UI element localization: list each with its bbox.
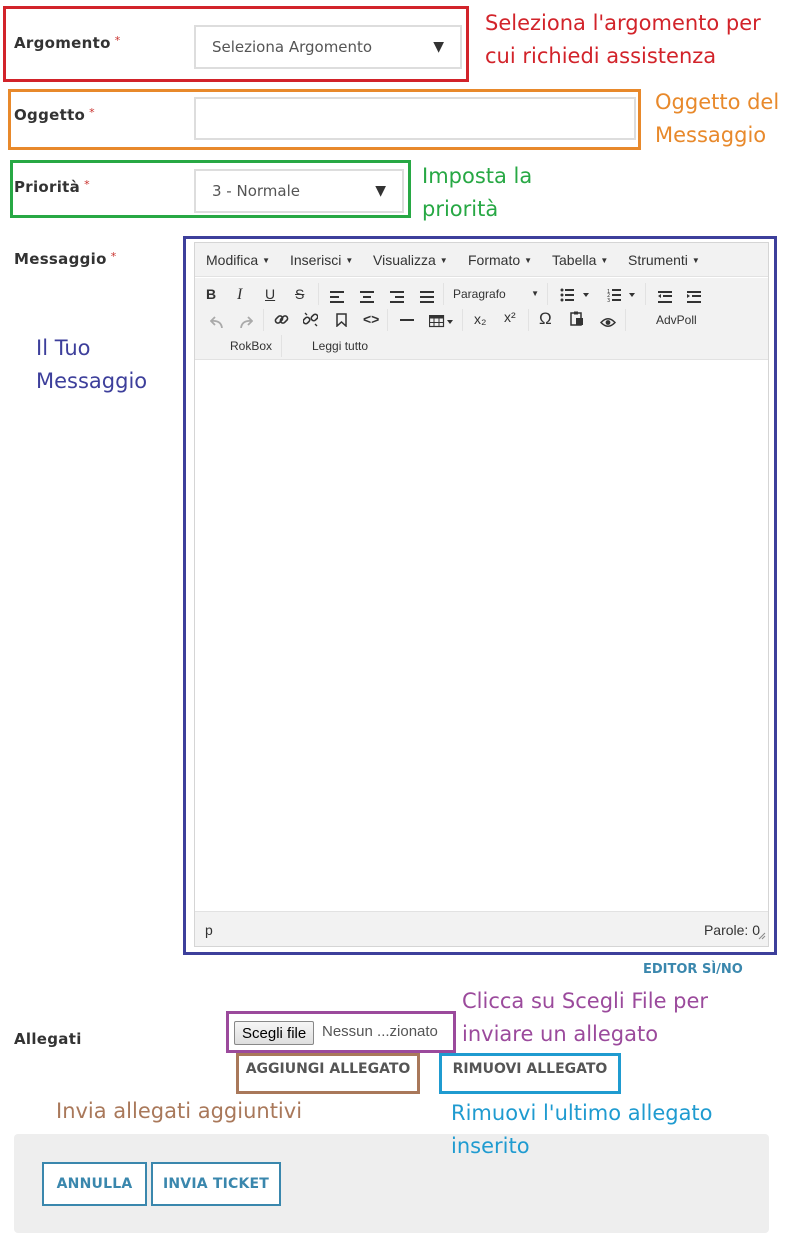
annotation-argomento: Seleziona l'argomento per cui richiedi a…: [485, 11, 761, 68]
superscript-button[interactable]: x²: [504, 309, 516, 325]
align-center-icon[interactable]: [360, 288, 374, 307]
editor-toggle-link[interactable]: EDITOR SÌ/NO: [643, 962, 743, 977]
numbered-list-icon[interactable]: 123: [607, 287, 637, 306]
leggi-tutto-button[interactable]: Leggi tutto: [312, 339, 368, 353]
underline-button[interactable]: U: [265, 286, 275, 302]
code-icon[interactable]: <>: [363, 311, 379, 327]
status-path: p: [205, 922, 213, 938]
priorita-select[interactable]: 3 - Normale ▼: [194, 169, 404, 213]
annotation-messaggio: Il Tuo Messaggio: [36, 336, 148, 393]
choose-file-button[interactable]: Scegli file: [234, 1021, 315, 1045]
preview-eye-icon[interactable]: [599, 313, 617, 332]
annotation-remove: Rimuovi l'ultimo allegato inserito: [451, 1101, 713, 1158]
remove-attachment-button[interactable]: RIMUOVI ALLEGATO: [442, 1058, 618, 1080]
cancel-button[interactable]: ANNULLA: [42, 1162, 147, 1206]
messaggio-label: Messaggio *: [14, 250, 117, 268]
paste-text-icon[interactable]: [570, 311, 584, 330]
indent-icon[interactable]: [687, 288, 701, 307]
rich-text-editor: Modifica ▼ Inserisci ▼ Visualizza ▼ Formato…: [194, 242, 769, 947]
svg-text:3: 3: [607, 298, 610, 302]
toolbar-divider: [443, 283, 444, 305]
allegati-label: Allegati: [14, 1030, 82, 1048]
editor-toolbar: B I U S Paragrafo ▼ 123 <> x₂ x² Ω AdvPo…: [195, 278, 768, 360]
align-justify-icon[interactable]: [420, 288, 434, 307]
annotation-priorita: Imposta la priorità: [422, 164, 533, 221]
format-select[interactable]: Paragrafo ▼: [453, 287, 539, 301]
align-left-icon[interactable]: [330, 288, 344, 307]
menu-tabella[interactable]: Tabella ▼: [552, 252, 608, 268]
redo-icon[interactable]: [239, 313, 254, 332]
menu-modifica[interactable]: Modifica ▼: [206, 252, 270, 268]
table-icon[interactable]: [428, 313, 457, 332]
priorita-label: Priorità *: [14, 178, 90, 196]
align-right-icon[interactable]: [390, 288, 404, 307]
horizontal-line-icon[interactable]: [400, 319, 414, 321]
menu-visualizza[interactable]: Visualizza ▼: [373, 252, 448, 268]
toolbar-divider: [387, 309, 388, 331]
toolbar-divider: [625, 309, 626, 331]
subscript-button[interactable]: x₂: [474, 311, 486, 327]
link-icon[interactable]: [274, 312, 289, 331]
dropdown-arrow-icon: ▼: [375, 183, 386, 199]
toolbar-divider: [263, 309, 264, 331]
unlink-icon[interactable]: [302, 312, 319, 331]
menu-inserisci[interactable]: Inserisci ▼: [290, 252, 353, 268]
toolbar-divider: [318, 283, 319, 305]
bookmark-icon[interactable]: [336, 312, 347, 331]
bold-button[interactable]: B: [206, 286, 216, 302]
toolbar-divider: [281, 335, 282, 357]
add-attachment-button[interactable]: AGGIUNGI ALLEGATO: [240, 1058, 416, 1080]
editor-menubar: Modifica ▼ Inserisci ▼ Visualizza ▼ Formato…: [195, 243, 768, 277]
rokbox-button[interactable]: RokBox: [230, 339, 272, 353]
special-char-button[interactable]: Ω: [539, 309, 552, 329]
no-file-text: Nessun ...zionato: [322, 1023, 438, 1040]
annotation-oggetto: Oggetto del Messaggio: [655, 90, 780, 147]
toolbar-divider: [528, 309, 529, 331]
argomento-select[interactable]: Seleziona Argomento ▼: [194, 25, 462, 69]
editor-statusbar: p Parole: 0: [195, 911, 768, 946]
outdent-icon[interactable]: [658, 288, 672, 307]
menu-formato[interactable]: Formato ▼: [468, 252, 532, 268]
dropdown-arrow-icon: ▼: [433, 39, 444, 55]
annotation-add: Invia allegati aggiuntivi: [56, 1099, 303, 1123]
italic-button[interactable]: I: [237, 286, 242, 304]
argomento-label: Argomento *: [14, 34, 121, 52]
strikethrough-button[interactable]: S: [295, 286, 304, 302]
submit-ticket-button[interactable]: INVIA TICKET: [151, 1162, 281, 1206]
caret-down-icon: ▼: [531, 289, 539, 298]
toolbar-divider: [462, 309, 463, 331]
bullet-list-icon[interactable]: [560, 287, 590, 306]
undo-icon[interactable]: [209, 313, 224, 332]
oggetto-input[interactable]: [194, 97, 636, 140]
annotation-file: Clicca su Scegli File per inviare un all…: [462, 989, 709, 1046]
toolbar-divider: [547, 283, 548, 305]
editor-content-area[interactable]: [195, 361, 768, 911]
oggetto-label: Oggetto *: [14, 106, 95, 124]
toolbar-divider: [645, 283, 646, 305]
advpoll-button[interactable]: AdvPoll: [656, 313, 697, 327]
word-count: Parole: 0: [703, 922, 760, 938]
menu-strumenti[interactable]: Strumenti ▼: [628, 252, 700, 268]
resize-handle-icon[interactable]: [758, 925, 766, 944]
